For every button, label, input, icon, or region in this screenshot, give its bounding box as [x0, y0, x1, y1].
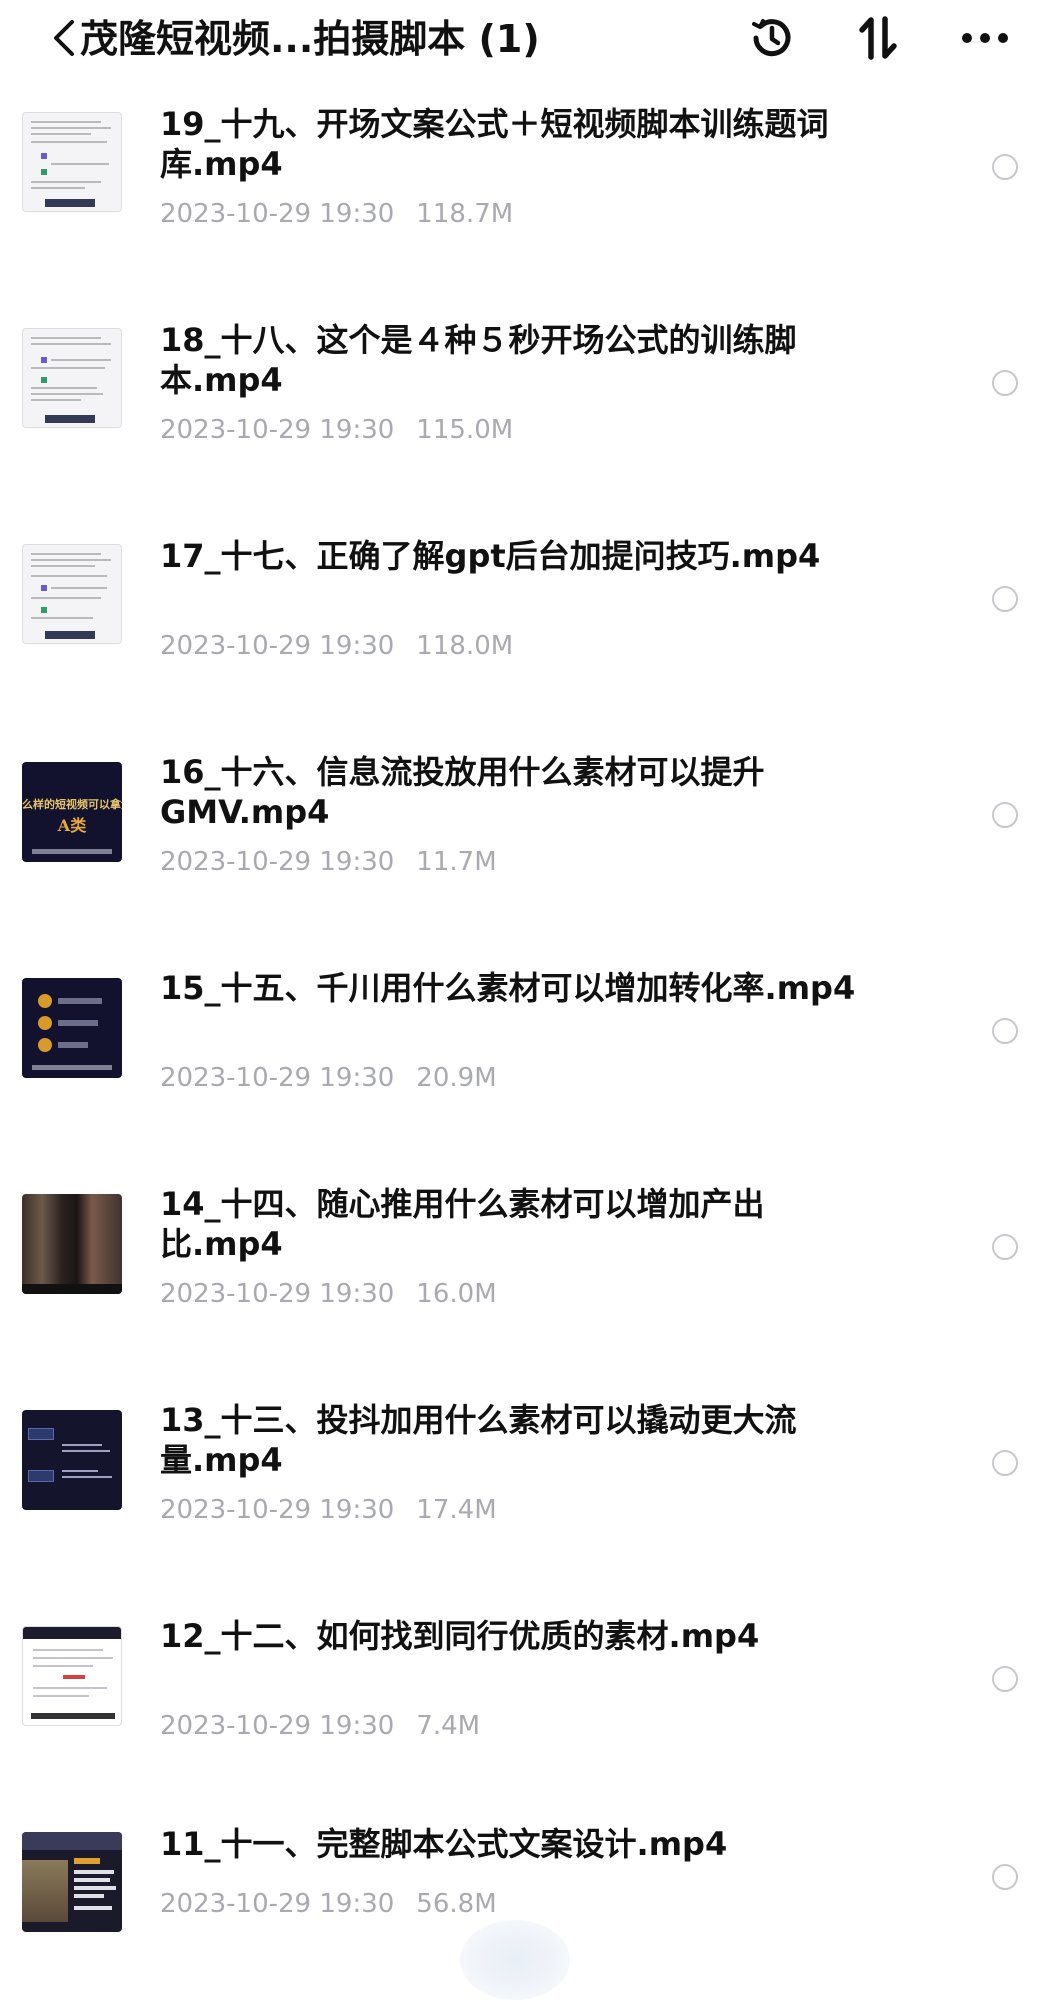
radio-circle-icon[interactable]	[992, 370, 1018, 396]
floating-assistant-bubble[interactable]	[460, 1920, 570, 2000]
video-thumbnail	[22, 112, 122, 212]
file-size: 7.4M	[416, 1711, 481, 1741]
file-size: 17.4M	[416, 1495, 497, 1525]
sort-button[interactable]	[850, 10, 906, 66]
file-size: 11.7M	[416, 847, 497, 877]
file-size: 118.7M	[416, 199, 514, 229]
top-nav-bar: 茂隆短视频...拍摄脚本 (1)	[0, 0, 1064, 80]
back-button[interactable]	[44, 8, 84, 68]
file-meta: 2023-10-29 19:30 56.8M	[160, 1888, 497, 1920]
video-thumbnail	[22, 1832, 122, 1932]
video-thumbnail	[22, 544, 122, 644]
radio-circle-icon[interactable]	[992, 802, 1018, 828]
file-row[interactable]: 19_十九、开场文案公式＋短视频脚本训练题词库.mp4 2023-10-29 1…	[0, 80, 1064, 296]
radio-circle-icon[interactable]	[992, 1018, 1018, 1044]
file-date: 2023-10-29 19:30	[160, 1279, 395, 1309]
file-meta: 2023-10-29 19:30 7.4M	[160, 1710, 480, 1742]
file-row[interactable]: 么样的短视频可以拿大 A类 16_十六、信息流投放用什么素材可以提升GMV.mp…	[0, 728, 1064, 944]
video-thumbnail: 么样的短视频可以拿大 A类	[22, 762, 122, 862]
file-title: 17_十七、正确了解gpt后台加提问技巧.mp4	[160, 537, 821, 575]
file-list: 19_十九、开场文案公式＋短视频脚本训练题词库.mp4 2023-10-29 1…	[0, 80, 1064, 1970]
video-thumbnail	[22, 1626, 122, 1726]
file-meta: 2023-10-29 19:30 17.4M	[160, 1494, 497, 1526]
file-date: 2023-10-29 19:30	[160, 1889, 395, 1919]
file-row[interactable]: 13_十三、投抖加用什么素材可以撬动更大流量.mp4 2023-10-29 19…	[0, 1376, 1064, 1592]
file-size: 118.0M	[416, 631, 514, 661]
file-meta: 2023-10-29 19:30 118.0M	[160, 630, 513, 662]
file-date: 2023-10-29 19:30	[160, 1063, 395, 1093]
radio-circle-icon[interactable]	[992, 1864, 1018, 1890]
video-thumbnail	[22, 1410, 122, 1510]
file-title: 11_十一、完整脚本公式文案设计.mp4	[160, 1825, 728, 1863]
file-row[interactable]: 17_十七、正确了解gpt后台加提问技巧.mp4 2023-10-29 19:3…	[0, 512, 1064, 728]
video-thumbnail	[22, 1194, 122, 1294]
file-title: 14_十四、随心推用什么素材可以增加产出比.mp4	[160, 1185, 765, 1263]
radio-circle-icon[interactable]	[992, 154, 1018, 180]
page-title: 茂隆短视频...拍摄脚本 (1)	[80, 17, 540, 61]
history-clock-icon	[752, 19, 791, 57]
file-title: 12_十二、如何找到同行优质的素材.mp4	[160, 1617, 760, 1655]
file-size: 115.0M	[416, 415, 514, 445]
file-size: 16.0M	[416, 1279, 497, 1309]
sort-arrows-icon	[859, 16, 897, 60]
file-size: 20.9M	[416, 1063, 497, 1093]
file-title: 16_十六、信息流投放用什么素材可以提升GMV.mp4	[160, 753, 765, 831]
file-date: 2023-10-29 19:30	[160, 1495, 395, 1525]
file-row[interactable]: 14_十四、随心推用什么素材可以增加产出比.mp4 2023-10-29 19:…	[0, 1160, 1064, 1376]
file-title: 13_十三、投抖加用什么素材可以撬动更大流量.mp4	[160, 1401, 797, 1479]
file-meta: 2023-10-29 19:30 16.0M	[160, 1278, 497, 1310]
file-row[interactable]: 18_十八、这个是４种５秒开场公式的训练脚本.mp4 2023-10-29 19…	[0, 296, 1064, 512]
file-date: 2023-10-29 19:30	[160, 631, 395, 661]
video-thumbnail	[22, 978, 122, 1078]
file-title: 19_十九、开场文案公式＋短视频脚本训练题词库.mp4	[160, 105, 829, 183]
video-thumbnail	[22, 328, 122, 428]
file-meta: 2023-10-29 19:30 11.7M	[160, 846, 497, 878]
file-row[interactable]: 15_十五、千川用什么素材可以增加转化率.mp4 2023-10-29 19:3…	[0, 944, 1064, 1160]
file-meta: 2023-10-29 19:30 20.9M	[160, 1062, 497, 1094]
history-button[interactable]	[744, 10, 800, 66]
file-title: 18_十八、这个是４种５秒开场公式的训练脚本.mp4	[160, 321, 797, 399]
chevron-left-icon	[54, 20, 74, 56]
file-date: 2023-10-29 19:30	[160, 199, 395, 229]
file-title: 15_十五、千川用什么素材可以增加转化率.mp4	[160, 969, 856, 1007]
file-size: 56.8M	[416, 1889, 497, 1919]
file-row[interactable]: 12_十二、如何找到同行优质的素材.mp4 2023-10-29 19:30 7.…	[0, 1592, 1064, 1808]
file-date: 2023-10-29 19:30	[160, 1711, 395, 1741]
radio-circle-icon[interactable]	[992, 1666, 1018, 1692]
radio-circle-icon[interactable]	[992, 586, 1018, 612]
file-date: 2023-10-29 19:30	[160, 847, 395, 877]
radio-circle-icon[interactable]	[992, 1450, 1018, 1476]
radio-circle-icon[interactable]	[992, 1234, 1018, 1260]
file-meta: 2023-10-29 19:30 118.7M	[160, 198, 513, 230]
file-meta: 2023-10-29 19:30 115.0M	[160, 414, 513, 446]
file-date: 2023-10-29 19:30	[160, 415, 395, 445]
more-button[interactable]	[957, 10, 1013, 66]
more-dots-icon	[962, 33, 1008, 43]
